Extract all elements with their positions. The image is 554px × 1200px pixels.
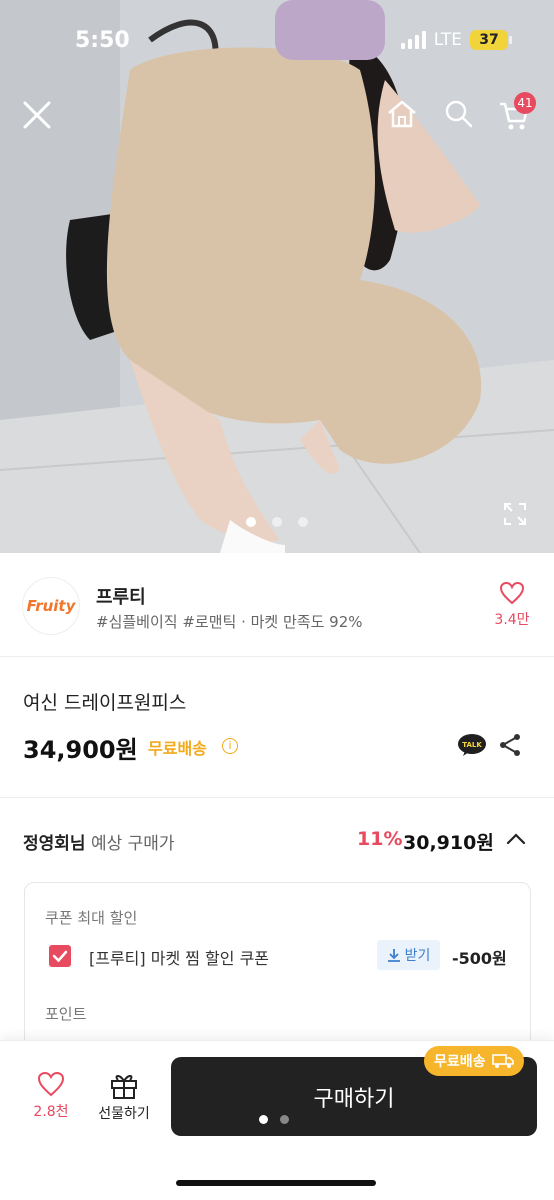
- heart-icon: [37, 1071, 65, 1097]
- svg-text:TALK: TALK: [462, 741, 482, 749]
- wishlist-button[interactable]: 2.8천: [26, 1071, 76, 1121]
- bottom-page-indicator: [259, 1115, 289, 1124]
- gift-button[interactable]: 선물하기: [92, 1071, 156, 1123]
- gift-label: 선물하기: [98, 1106, 150, 1122]
- download-icon: [387, 949, 400, 962]
- expected-price: 30,910원: [403, 832, 494, 854]
- coupon-name: [프루티] 마켓 찜 할인 쿠폰: [89, 949, 270, 968]
- close-icon: [23, 101, 51, 129]
- signal-icon: [400, 31, 426, 49]
- close-button[interactable]: [22, 100, 52, 134]
- bottom-action-bar: 2.8천 선물하기 구매하기 무료배송: [0, 1040, 554, 1200]
- coupon-checkbox[interactable]: [49, 945, 71, 967]
- carousel-dot[interactable]: [298, 517, 308, 527]
- shop-logo[interactable]: Fruity: [22, 577, 80, 635]
- product-price: 34,900원: [23, 736, 138, 764]
- free-shipping-tag-label: 무료배송: [434, 1054, 486, 1070]
- home-indicator: [176, 1180, 376, 1186]
- search-button[interactable]: [444, 99, 474, 133]
- cart-count-badge: 41: [514, 92, 536, 114]
- download-label: 받기: [404, 948, 431, 964]
- expand-icon: [504, 503, 526, 525]
- home-icon: [388, 100, 416, 128]
- coupon-download-button[interactable]: 받기: [377, 940, 440, 970]
- expected-price-label: 예상 구매가: [90, 834, 175, 854]
- discount-rate: 11%: [357, 828, 403, 850]
- network-label: LTE: [433, 30, 462, 50]
- carousel-dot[interactable]: [246, 517, 256, 527]
- share-icon: [500, 734, 520, 756]
- coupon-section-header: 쿠폰 최대 할인: [45, 909, 138, 927]
- points-section-header: 포인트: [45, 1005, 87, 1023]
- member-expected-price-label: 정영회님 예상 구매가: [23, 829, 175, 854]
- kakao-talk-share-button[interactable]: TALK: [457, 733, 487, 757]
- home-button[interactable]: [386, 99, 418, 133]
- truck-icon: [491, 1054, 514, 1068]
- product-image-carousel[interactable]: 5:50 LTE 37 41: [0, 0, 554, 553]
- coupon-amount: -500원: [452, 949, 507, 968]
- battery-icon: 37: [470, 30, 512, 50]
- shop-favorite-button[interactable]: 3.4만: [492, 581, 532, 629]
- check-icon: [52, 950, 68, 963]
- share-button[interactable]: [498, 733, 522, 761]
- heart-icon: [499, 581, 525, 605]
- buy-label: 구매하기: [313, 1086, 395, 1112]
- free-shipping-label: 무료배송: [148, 739, 207, 758]
- wishlist-count: 2.8천: [33, 1104, 69, 1120]
- search-icon: [445, 100, 473, 128]
- product-title: 여신 드레이프원피스: [23, 692, 187, 714]
- free-shipping-tag: 무료배송: [424, 1046, 524, 1076]
- carousel-indicator: [0, 517, 554, 527]
- shop-name[interactable]: 프루티: [96, 583, 146, 609]
- expand-image-button[interactable]: [503, 502, 527, 530]
- collapse-button[interactable]: [505, 829, 527, 853]
- product-photo: [0, 0, 554, 553]
- status-time: 5:50: [75, 28, 130, 53]
- carousel-dot[interactable]: [272, 517, 282, 527]
- shop-like-count: 3.4만: [494, 612, 530, 628]
- member-name: 정영회님: [23, 834, 86, 854]
- chevron-up-icon: [506, 833, 526, 845]
- shop-logo-text: Fruity: [26, 597, 76, 615]
- talk-icon: TALK: [458, 734, 486, 756]
- shop-info[interactable]: Fruity 프루티 #심플베이직 #로맨틱 · 마켓 만족도 92% 3.4만: [0, 553, 554, 657]
- status-indicators: LTE 37: [400, 30, 512, 50]
- section-divider: [0, 797, 554, 798]
- info-icon[interactable]: i: [222, 738, 238, 754]
- gift-icon: [111, 1075, 137, 1099]
- shop-tags: #심플베이직 #로맨틱 · 마켓 만족도 92%: [96, 613, 363, 631]
